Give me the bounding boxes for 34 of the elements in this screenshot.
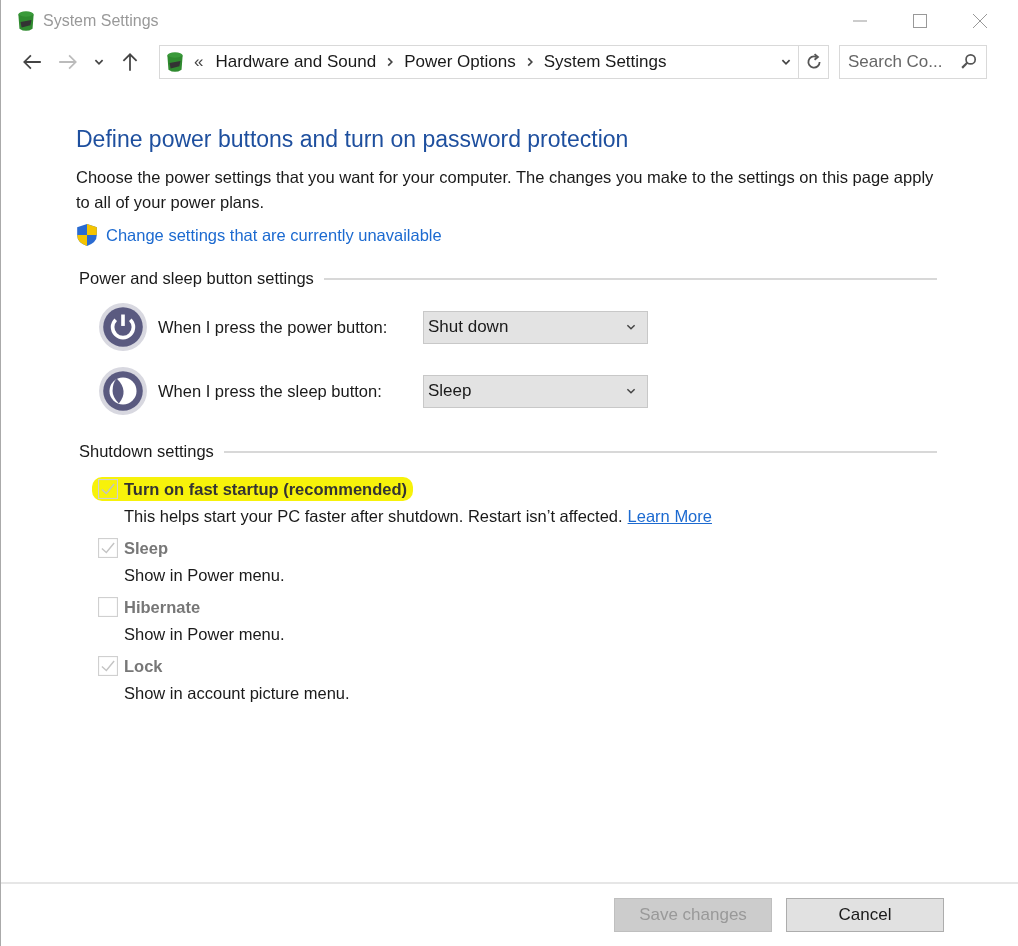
setting-label: When I press the power button: — [158, 317, 389, 337]
admin-link[interactable]: Change settings that are currently unavailable — [106, 225, 442, 245]
option-label: Hibernate — [124, 597, 201, 617]
dialog-button[interactable]: Cancel — [786, 898, 944, 932]
moon-button-icon — [98, 366, 148, 416]
search-icon — [960, 53, 977, 70]
window-title: System Settings — [43, 12, 159, 30]
dropdown[interactable]: Sleep — [423, 374, 648, 408]
section-title: Power and sleep button settings — [79, 269, 314, 288]
breadcrumb[interactable]: Hardware and Sound — [215, 52, 377, 72]
refresh-button[interactable] — [799, 45, 829, 79]
search-field[interactable]: Search Co... — [839, 45, 987, 79]
control-panel-icon — [164, 50, 186, 74]
control-panel-icon — [15, 9, 37, 33]
overflow-chevron[interactable]: « — [194, 52, 204, 72]
dropdown[interactable]: Shut down — [423, 310, 648, 344]
address-bar[interactable]: « Hardware and Sound Power Options System Settings — [159, 45, 799, 79]
option-label: Turn on fast startup (recommended) — [124, 479, 407, 499]
option-description: Show in account picture menu. — [124, 684, 350, 703]
maximize-icon[interactable] — [912, 13, 928, 29]
option-description: Show in Power menu. — [124, 566, 285, 585]
option-label: Sleep — [124, 538, 169, 558]
option-description: This helps start your PC faster after shutdown. Restart isn’t affected. — [124, 507, 623, 526]
breadcrumb[interactable]: System Settings — [543, 52, 667, 72]
section-title: Shutdown settings — [79, 442, 214, 461]
power-button-icon — [98, 302, 148, 352]
breadcrumb[interactable]: Power Options — [404, 52, 516, 72]
close-icon[interactable] — [972, 13, 988, 29]
setting-label: When I press the sleep button: — [158, 381, 383, 401]
page-heading: Define power buttons and turn on password protection — [76, 126, 630, 153]
option-label: Lock — [124, 656, 163, 676]
intro-text: Choose the power settings that you want for your computer. The changes you make to the settings on this page apply to all of your power plans. — [76, 167, 935, 213]
option-description: Show in Power menu. — [124, 625, 285, 644]
shield-icon — [76, 223, 98, 247]
